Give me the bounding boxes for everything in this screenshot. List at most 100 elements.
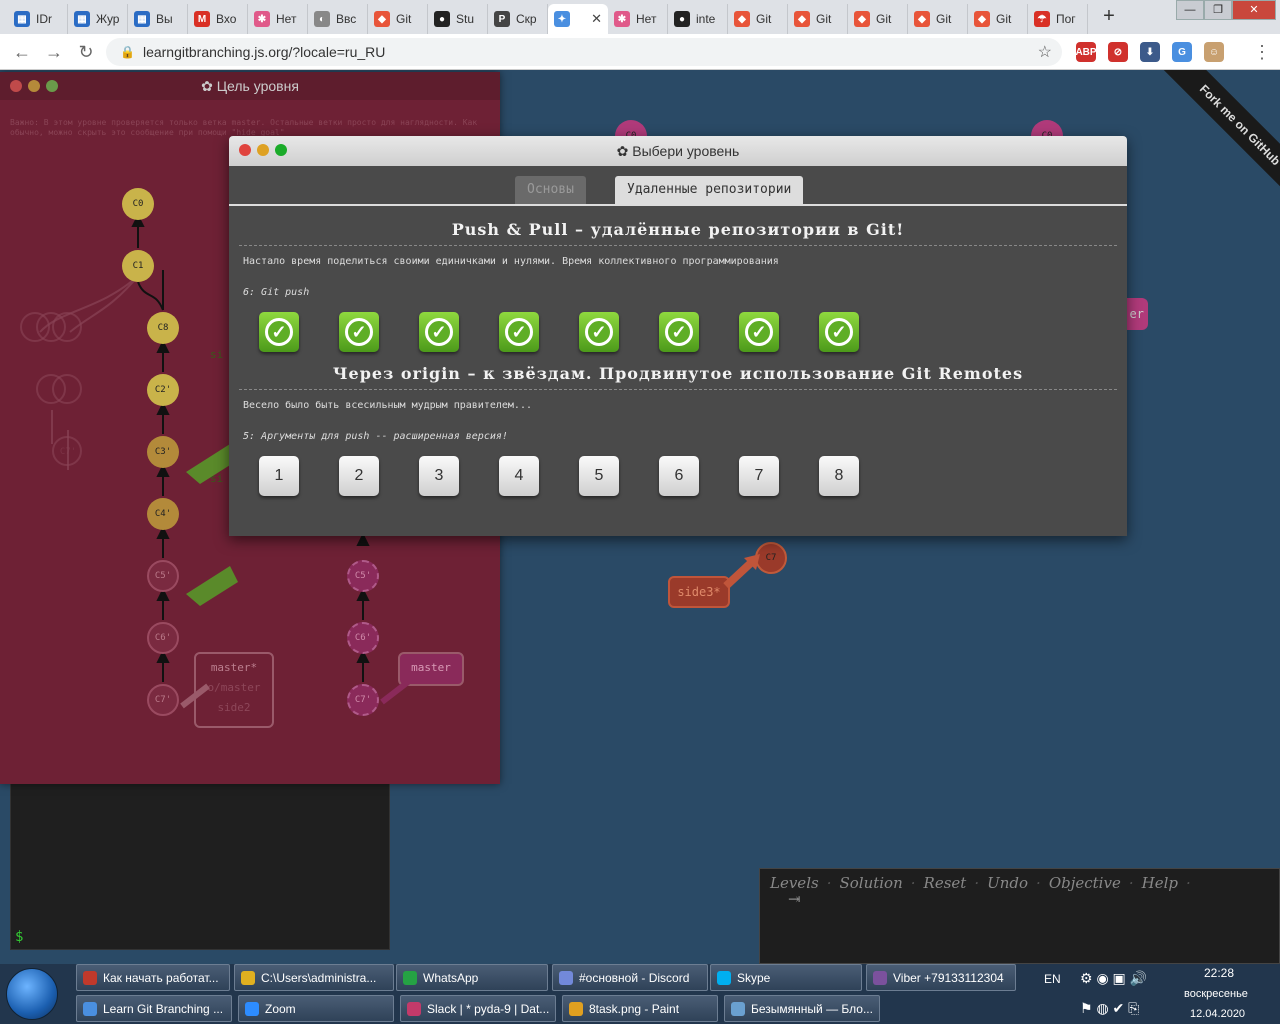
checkmark-icon: ✓ bbox=[665, 318, 693, 346]
command-link-objective[interactable]: Objective bbox=[1049, 874, 1121, 892]
taskbar-button[interactable]: Как начать работат... bbox=[76, 964, 230, 991]
browser-tab[interactable]: ✱ Нет bbox=[608, 4, 668, 34]
browser-tab[interactable]: ✦ ✕ bbox=[548, 4, 608, 34]
level-button[interactable]: 1 bbox=[259, 456, 299, 496]
restore-button[interactable]: ❐ bbox=[1204, 0, 1232, 20]
browser-tab[interactable]: ◆ Git bbox=[848, 4, 908, 34]
clock-day: воскресенье bbox=[1184, 988, 1248, 1000]
taskbar-button[interactable]: WhatsApp bbox=[396, 964, 548, 991]
goal-window-titlebar[interactable]: ✿ Цель уровня bbox=[0, 72, 500, 100]
taskbar-button-label: #основной - Discord bbox=[579, 970, 690, 985]
profile-avatar[interactable]: ☺ bbox=[1204, 42, 1224, 62]
url-input[interactable]: 🔒 learngitbranching.js.org/?locale=ru_RU… bbox=[106, 38, 1062, 66]
language-indicator[interactable]: EN bbox=[1044, 972, 1061, 986]
completed-level-button[interactable]: ✓ bbox=[499, 312, 539, 352]
tab-title: Скр bbox=[516, 12, 537, 26]
close-light-icon[interactable] bbox=[10, 80, 22, 92]
completed-level-button[interactable]: ✓ bbox=[339, 312, 379, 352]
maximize-light-icon[interactable] bbox=[46, 80, 58, 92]
command-link-solution[interactable]: Solution bbox=[839, 874, 902, 892]
tab-basics[interactable]: Основы bbox=[515, 176, 586, 204]
menu-icon[interactable]: ⋮ bbox=[1250, 41, 1274, 63]
exit-icon[interactable]: ⇥ bbox=[788, 890, 801, 908]
minimize-light-icon[interactable] bbox=[28, 80, 40, 92]
checkmark-icon: ✓ bbox=[425, 318, 453, 346]
browser-tab[interactable]: ◆ Git bbox=[968, 4, 1028, 34]
close-tab-icon[interactable]: ✕ bbox=[591, 11, 602, 27]
browser-tab[interactable]: ✱ Нет bbox=[248, 4, 308, 34]
start-button[interactable] bbox=[6, 968, 58, 1020]
minimize-light-icon[interactable] bbox=[257, 144, 269, 156]
browser-tab[interactable]: ☂ Пог bbox=[1028, 4, 1088, 34]
block-icon[interactable]: ⊘ bbox=[1108, 42, 1128, 62]
level-window-titlebar[interactable]: ✿ Выбери уровень bbox=[229, 136, 1127, 166]
branch-master-label: master* bbox=[210, 661, 258, 674]
tab-favicon-icon: ● bbox=[674, 11, 690, 27]
link-separator: · bbox=[1036, 874, 1041, 892]
level-button[interactable]: 8 bbox=[819, 456, 859, 496]
close-window-button[interactable]: ✕ bbox=[1232, 0, 1276, 20]
completed-level-button[interactable]: ✓ bbox=[579, 312, 619, 352]
maximize-light-icon[interactable] bbox=[275, 144, 287, 156]
level-button[interactable]: 5 bbox=[579, 456, 619, 496]
browser-tab[interactable]: P Скр bbox=[488, 4, 548, 34]
close-light-icon[interactable] bbox=[239, 144, 251, 156]
tab-title: Нет bbox=[276, 12, 297, 26]
level-button[interactable]: 7 bbox=[739, 456, 779, 496]
command-link-help[interactable]: Help bbox=[1142, 874, 1178, 892]
browser-tab[interactable]: ● inte bbox=[668, 4, 728, 34]
tray-icons[interactable]: ⚙ ◉ ▣ 🔊 bbox=[1080, 970, 1147, 987]
browser-tab[interactable]: M Вхо bbox=[188, 4, 248, 34]
browser-tab[interactable]: ▦ IDr bbox=[8, 4, 68, 34]
minimize-button[interactable]: — bbox=[1176, 0, 1204, 20]
commit-node: C5' bbox=[347, 560, 379, 592]
browser-tab[interactable]: ◆ Git bbox=[368, 4, 428, 34]
browser-tab[interactable]: ◆ Git bbox=[728, 4, 788, 34]
browser-tab[interactable]: ▦ Жур bbox=[68, 4, 128, 34]
completed-level-button[interactable]: ✓ bbox=[419, 312, 459, 352]
download-icon[interactable]: ⬇ bbox=[1140, 42, 1160, 62]
completed-level-button[interactable]: ✓ bbox=[739, 312, 779, 352]
completed-level-button[interactable]: ✓ bbox=[819, 312, 859, 352]
new-tab-button[interactable]: + bbox=[1096, 6, 1122, 28]
browser-tab[interactable]: ◐ Ввс bbox=[308, 4, 368, 34]
clock-time[interactable]: 22:28 bbox=[1204, 966, 1234, 980]
fork-ribbon[interactable]: Fork me on GitHub bbox=[1151, 70, 1280, 214]
terminal-panel[interactable]: $ bbox=[10, 770, 390, 950]
level-button[interactable]: 3 bbox=[419, 456, 459, 496]
checkmark-icon: ✓ bbox=[745, 318, 773, 346]
taskbar-button[interactable]: Viber +79133112304 bbox=[866, 964, 1016, 991]
forward-icon[interactable]: → bbox=[42, 41, 66, 63]
level-button[interactable]: 6 bbox=[659, 456, 699, 496]
browser-tab[interactable]: ● Stu bbox=[428, 4, 488, 34]
reload-icon[interactable]: ↻ bbox=[74, 41, 98, 63]
browser-tab[interactable]: ▦ Вы bbox=[128, 4, 188, 34]
browser-tab[interactable]: ◆ Git bbox=[788, 4, 848, 34]
taskbar-button[interactable]: Безымянный — Бло... bbox=[724, 995, 880, 1022]
taskbar-button[interactable]: Slack | * pyda-9 | Dat... bbox=[400, 995, 556, 1022]
level-button[interactable]: 2 bbox=[339, 456, 379, 496]
taskbar-button[interactable]: C:\Users\administra... bbox=[234, 964, 394, 991]
side-label: si bbox=[210, 348, 224, 361]
completed-level-button[interactable]: ✓ bbox=[659, 312, 699, 352]
taskbar-button[interactable]: Learn Git Branching ... bbox=[76, 995, 232, 1022]
completed-level-button[interactable]: ✓ bbox=[259, 312, 299, 352]
command-link-reset[interactable]: Reset bbox=[924, 874, 967, 892]
command-link-undo[interactable]: Undo bbox=[987, 874, 1028, 892]
app-icon bbox=[403, 970, 417, 985]
commit-node: C5' bbox=[147, 560, 179, 592]
tab-title: inte bbox=[696, 12, 716, 26]
checkmark-icon: ✓ bbox=[265, 318, 293, 346]
taskbar-button[interactable]: #основной - Discord bbox=[552, 964, 708, 991]
taskbar-button[interactable]: Skype bbox=[710, 964, 862, 991]
taskbar-button[interactable]: 8task.png - Paint bbox=[562, 995, 718, 1022]
browser-tab[interactable]: ◆ Git bbox=[908, 4, 968, 34]
back-icon[interactable]: ← bbox=[10, 41, 34, 63]
tray-icons-row2[interactable]: ⚑ ◍ ✔ ⎘ bbox=[1080, 1000, 1139, 1017]
abp-icon[interactable]: ABP bbox=[1075, 42, 1097, 62]
taskbar-button[interactable]: Zoom bbox=[238, 995, 394, 1022]
bookmark-star-icon[interactable]: ☆ bbox=[1038, 42, 1052, 62]
tab-remote[interactable]: Удаленные репозитории bbox=[615, 176, 804, 204]
translate-icon[interactable]: G bbox=[1172, 42, 1192, 62]
level-button[interactable]: 4 bbox=[499, 456, 539, 496]
